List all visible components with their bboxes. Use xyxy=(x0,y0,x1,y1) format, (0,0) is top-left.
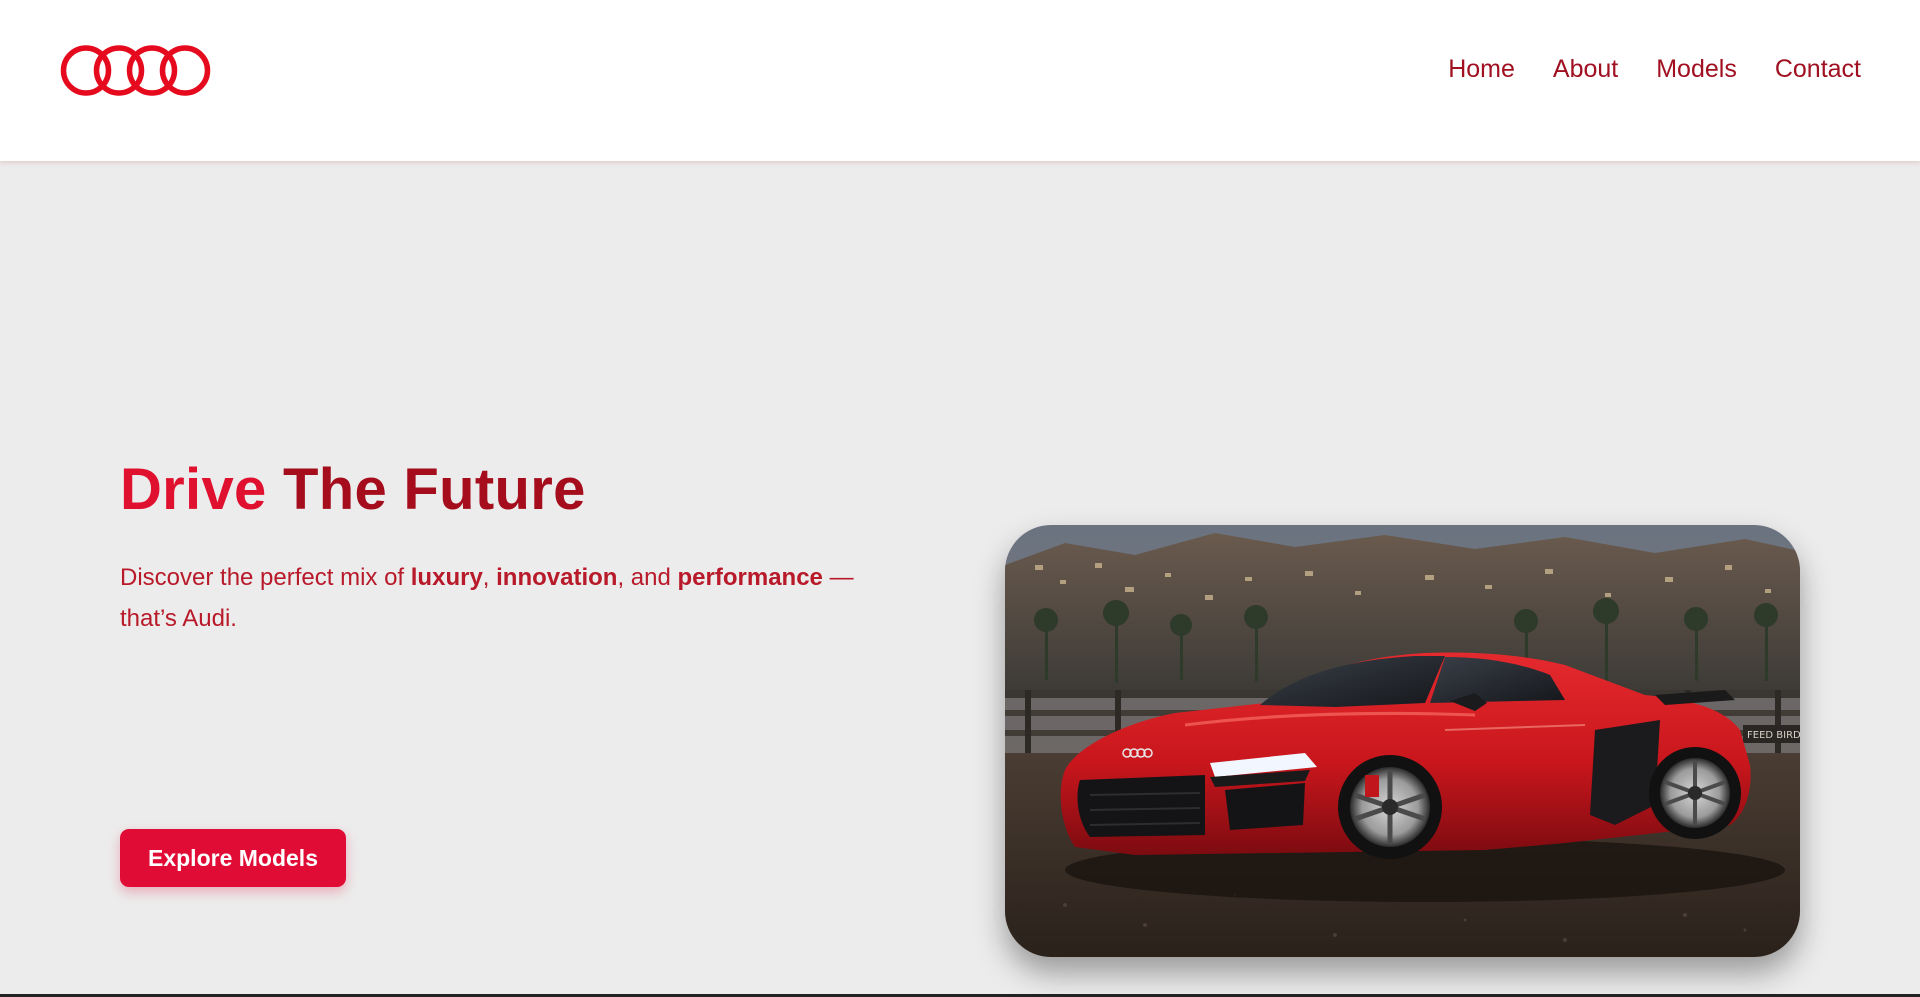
hero-desc-part: , and xyxy=(617,564,678,591)
hero-desc-part: , xyxy=(482,564,497,591)
pier-sign-text: FEED BIRDS xyxy=(1747,730,1800,741)
hero-description: Discover the perfect mix of luxury, inno… xyxy=(120,557,910,639)
hero-text-block: Drive The Future Discover the perfect mi… xyxy=(120,455,910,639)
hero-desc-performance: performance xyxy=(677,564,823,591)
nav-contact-link[interactable]: Contact xyxy=(1775,52,1861,86)
main-nav: Home About Models Contact xyxy=(1448,52,1861,86)
hero-car-image: FEED BIRDS xyxy=(1005,525,1800,957)
hero-title-first-word: Drive xyxy=(120,457,267,522)
site-header: Home About Models Contact xyxy=(0,0,1920,161)
explore-models-button[interactable]: Explore Models xyxy=(120,829,346,887)
hero-title-rest: The Future xyxy=(266,457,586,522)
nav-home-link[interactable]: Home xyxy=(1448,52,1515,86)
hero-desc-part: Discover the perfect mix of xyxy=(120,564,411,591)
nav-about-link[interactable]: About xyxy=(1553,52,1618,86)
hero-title: Drive The Future xyxy=(120,455,910,525)
nav-models-link[interactable]: Models xyxy=(1656,52,1737,86)
car-photo-illustration: FEED BIRDS xyxy=(1005,525,1800,957)
four-rings-logo-icon[interactable] xyxy=(59,43,212,98)
hero-desc-luxury: luxury xyxy=(410,564,483,591)
hero-desc-innovation: innovation xyxy=(496,564,618,591)
